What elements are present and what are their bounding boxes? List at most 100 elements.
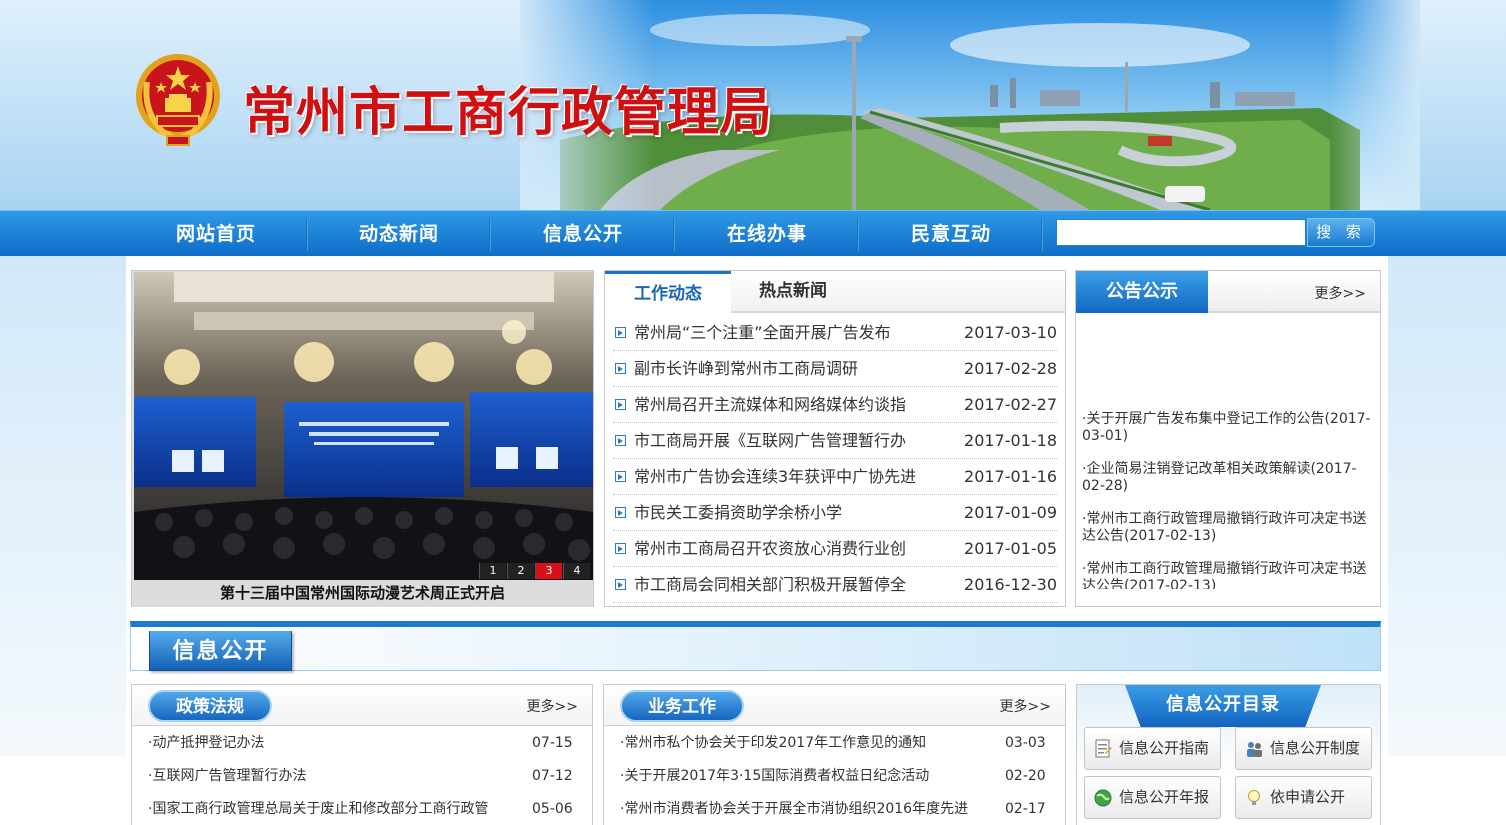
business-item-date: 02-20	[1005, 768, 1046, 784]
news-item-title[interactable]: 市工商局开展《互联网广告管理暂行办	[634, 423, 950, 459]
policy-section: 政策法规 更多>> ·动产抵押登记办法 07-15 ·互联网广告管理暂行办法 07-…	[131, 684, 593, 825]
notice-item[interactable]: ·关于开展广告发布集中登记工作的公告(2017-03-01)	[1082, 411, 1374, 461]
policy-item-date: 07-12	[532, 768, 573, 784]
nav-separator	[857, 219, 859, 251]
arrow-bullet-icon	[615, 435, 626, 446]
document-icon	[1095, 739, 1112, 758]
lightbulb-icon	[1248, 790, 1260, 805]
news-item: 常州局“三个注重”全面开展广告发布 2017-03-10	[613, 315, 1057, 351]
info-guide-button[interactable]: 信息公开指南	[1084, 727, 1221, 770]
policy-item-date: 05-06	[532, 801, 573, 817]
business-header: 业务工作 更多>>	[604, 685, 1065, 726]
news-item-date: 2017-01-18	[964, 431, 1057, 450]
arrow-bullet-icon	[615, 327, 626, 338]
list-item: ·常州市消费者协会关于开展全市消协组织2016年度先进 02-17	[620, 793, 1050, 825]
nav-separator	[1041, 219, 1043, 251]
business-title: 业务工作	[620, 690, 744, 722]
business-item-date: 03-03	[1005, 735, 1046, 751]
news-item-date: 2016-12-30	[964, 575, 1057, 594]
arrow-bullet-icon	[615, 543, 626, 554]
news-item: 常州市广告协会连续3年获评中广协先进 2017-01-16	[613, 459, 1057, 495]
slide-photo-conference[interactable]	[134, 272, 593, 580]
list-item: ·常州市私个协会关于印发2017年工作意见的通知 03-03	[620, 727, 1050, 760]
news-item: 市民关工委捐资助学余桥小学 2017-01-09	[613, 495, 1057, 531]
news-item-title[interactable]: 常州市工商局召开农资放心消费行业创	[634, 531, 950, 567]
notice-item[interactable]: ·常州市工商行政管理局撤销行政许可决定书送达公告(2017-02-13)	[1082, 511, 1374, 561]
nav-item-online-services[interactable]: 在线办事	[676, 211, 858, 257]
policy-title: 政策法规	[148, 690, 272, 722]
tab-work-updates[interactable]: 工作动态	[605, 271, 731, 313]
notice-scroll-list: ·关于开展广告发布集中登记工作的公告(2017-03-01) ·企业简易注销登记…	[1082, 411, 1374, 589]
nav-separator	[489, 219, 491, 251]
business-item-title[interactable]: ·关于开展2017年3·15国际消费者权益日纪念活动	[620, 760, 996, 793]
tab-hot-news[interactable]: 热点新闻	[731, 271, 855, 313]
notice-title: 公告公示	[1076, 271, 1208, 313]
info-guide-label: 信息公开指南	[1119, 739, 1210, 757]
news-item: 市工商局会同相关部门积极开展暂停全 2016-12-30	[613, 567, 1057, 603]
news-item-date: 2017-02-28	[964, 359, 1057, 378]
business-item-title[interactable]: ·常州市消费者协会关于开展全市消协组织2016年度先进	[620, 793, 996, 825]
business-item-title[interactable]: ·常州市私个协会关于印发2017年工作意见的通知	[620, 727, 996, 760]
business-section: 业务工作 更多>> ·常州市私个协会关于印发2017年工作意见的通知 03-03 …	[603, 684, 1066, 825]
site-banner: 常州市工商行政管理局	[0, 0, 1506, 210]
slider-page-2[interactable]: 2	[507, 563, 534, 579]
info-directory-panel: 信息公开目录 信息公开指南 信息公开制度 信息公开年报 依申请公开	[1076, 684, 1381, 825]
news-item: 市工商局开展《互联网广告管理暂行办 2017-01-18	[613, 423, 1057, 459]
site-title: 常州市工商行政管理局	[243, 82, 774, 143]
notice-item[interactable]: ·常州市工商行政管理局撤销行政许可决定书送达公告(2017-02-13)	[1082, 561, 1374, 589]
info-disclosure-title: 信息公开	[149, 631, 292, 671]
info-annual-report-button[interactable]: 信息公开年报	[1084, 776, 1221, 819]
news-item-date: 2017-03-10	[964, 323, 1057, 342]
arrow-bullet-icon	[615, 507, 626, 518]
list-item: ·国家工商行政管理总局关于废止和修改部分工商行政管 05-06	[148, 793, 578, 825]
slider-page-1[interactable]: 1	[479, 563, 506, 579]
slider-page-4[interactable]: 4	[563, 563, 590, 579]
search-input[interactable]	[1056, 219, 1306, 246]
news-item-title[interactable]: 副市长许峥到常州市工商局调研	[634, 351, 950, 387]
notice-panel: 公告公示 更多>> ·关于开展广告发布集中登记工作的公告(2017-03-01)…	[1075, 270, 1381, 607]
arrow-bullet-icon	[615, 399, 626, 410]
apply-disclosure-label: 依申请公开	[1270, 788, 1346, 806]
policy-header: 政策法规 更多>>	[132, 685, 592, 726]
slider-page-3[interactable]: 3	[535, 563, 562, 579]
info-directory-title: 信息公开目录	[1125, 685, 1321, 727]
slide-caption[interactable]: 第十三届中国常州国际动漫艺术周正式开启	[132, 580, 593, 607]
list-item: ·关于开展2017年3·15国际消费者权益日纪念活动 02-20	[620, 760, 1050, 793]
policy-item-title[interactable]: ·国家工商行政管理总局关于废止和修改部分工商行政管	[148, 793, 522, 825]
info-system-button[interactable]: 信息公开制度	[1235, 727, 1372, 770]
nav-item-news[interactable]: 动态新闻	[308, 211, 490, 257]
news-item-title[interactable]: 市民关工委捐资助学余桥小学	[634, 495, 950, 531]
news-tab-bar: 工作动态 热点新闻	[605, 271, 1065, 313]
business-more-link[interactable]: 更多>>	[1000, 696, 1051, 716]
policy-item-title[interactable]: ·互联网广告管理暂行办法	[148, 760, 518, 793]
apply-disclosure-button[interactable]: 依申请公开	[1235, 776, 1372, 819]
policy-item-date: 07-15	[532, 735, 573, 751]
news-item-title[interactable]: 常州局“三个注重”全面开展广告发布	[634, 315, 950, 351]
notice-more-link[interactable]: 更多>>	[1315, 283, 1366, 303]
info-annual-report-label: 信息公开年报	[1119, 788, 1210, 806]
policy-more-link[interactable]: 更多>>	[527, 696, 578, 716]
news-item-date: 2017-01-05	[964, 539, 1057, 558]
policy-item-title[interactable]: ·动产抵押登记办法	[148, 727, 518, 760]
news-item-date: 2017-02-27	[964, 395, 1057, 414]
news-item-title[interactable]: 市工商局会同相关部门积极开展暂停全	[634, 567, 950, 603]
nav-separator	[673, 219, 675, 251]
nav-item-public-interaction[interactable]: 民意互动	[860, 211, 1042, 257]
arrow-bullet-icon	[615, 579, 626, 590]
list-item: ·动产抵押登记办法 07-15	[148, 727, 578, 760]
nav-item-info-disclosure[interactable]: 信息公开	[492, 211, 674, 257]
news-item-title[interactable]: 常州局召开主流媒体和网络媒体约谈指	[634, 387, 950, 423]
notice-item[interactable]: ·企业简易注销登记改革相关政策解读(2017-02-28)	[1082, 461, 1374, 511]
news-item-date: 2017-01-16	[964, 467, 1057, 486]
nav-item-home[interactable]: 网站首页	[125, 211, 307, 257]
news-item-date: 2017-01-09	[964, 503, 1057, 522]
news-panel: 工作动态 热点新闻 常州局“三个注重”全面开展广告发布 2017-03-10 副市…	[604, 270, 1066, 607]
list-item: ·互联网广告管理暂行办法 07-12	[148, 760, 578, 793]
national-emblem-icon	[136, 54, 220, 146]
search-button[interactable]: 搜 索	[1307, 218, 1375, 247]
news-item-title[interactable]: 常州市广告协会连续3年获评中广协先进	[634, 459, 950, 495]
arrow-bullet-icon	[615, 471, 626, 482]
info-disclosure-banner: 信息公开	[130, 621, 1381, 671]
news-item: 常州市工商局召开农资放心消费行业创 2017-01-05	[613, 531, 1057, 567]
notice-header: 公告公示 更多>>	[1076, 271, 1380, 313]
